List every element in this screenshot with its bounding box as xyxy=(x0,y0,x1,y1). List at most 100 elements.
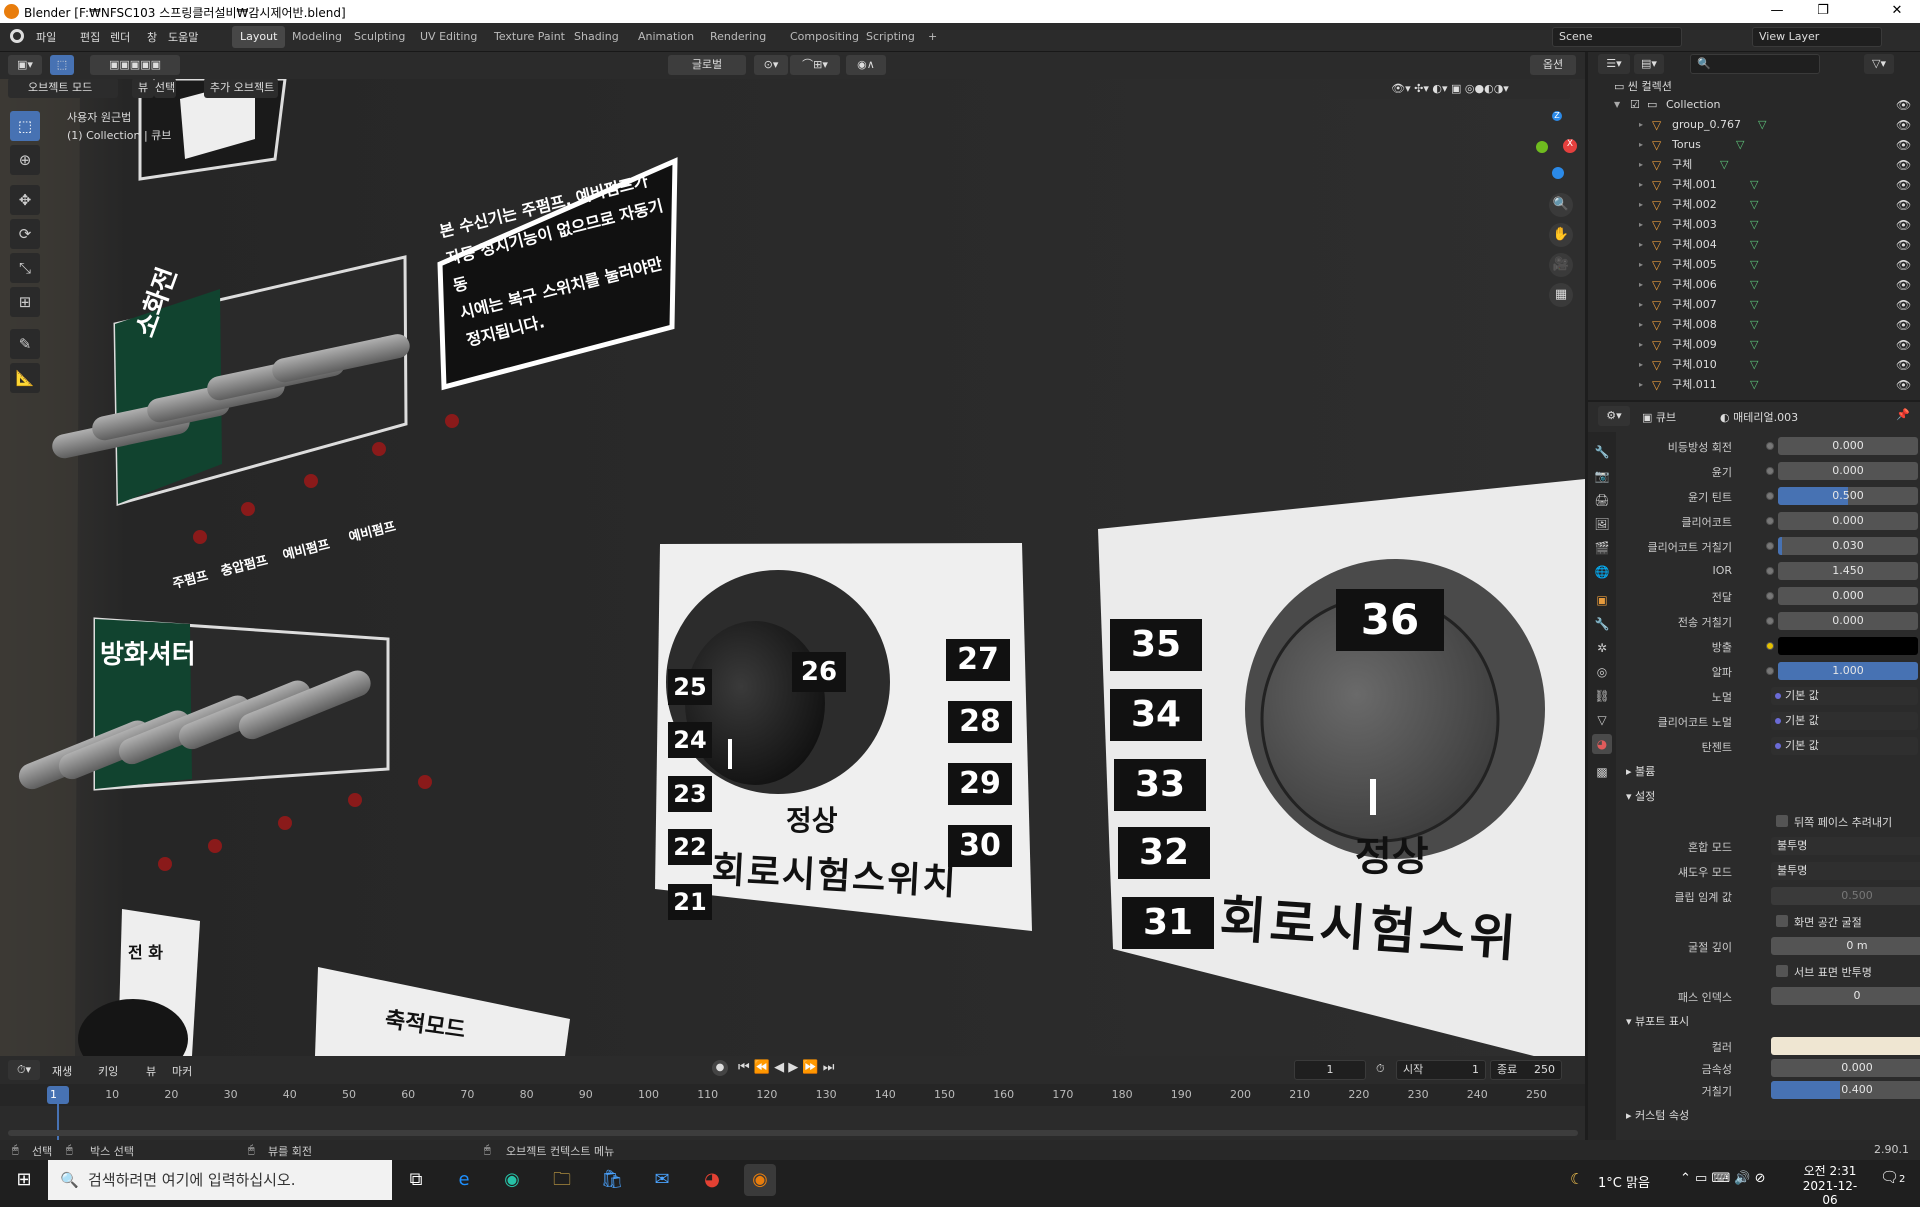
timeline-menu-item[interactable]: 재생 xyxy=(52,1063,72,1079)
mesh-data-icon[interactable]: ▽ xyxy=(1750,195,1758,215)
mesh-data-icon[interactable]: ▽ xyxy=(1720,155,1728,175)
data-icon[interactable]: ▽ xyxy=(1592,710,1612,730)
mesh-data-icon[interactable]: ▽ xyxy=(1750,335,1758,355)
zoom-icon[interactable]: 🔍 xyxy=(1549,193,1573,217)
visibility-eye-icon[interactable]: 👁 xyxy=(1896,375,1911,395)
mesh-data-icon[interactable]: ▽ xyxy=(1750,255,1758,275)
timeline-menu-item[interactable]: 뷰 xyxy=(146,1063,156,1079)
pin-icon[interactable]: 📌 xyxy=(1896,408,1910,421)
camera-view-icon[interactable]: 🎥 xyxy=(1549,253,1573,277)
visibility-eye-icon[interactable]: 👁 xyxy=(1896,355,1911,375)
scale-tool-icon[interactable]: ⤡ xyxy=(10,253,40,283)
expand-arrow-icon[interactable]: ▸ xyxy=(1639,215,1643,235)
value-field[interactable]: 0.500 xyxy=(1771,887,1920,905)
property-slider[interactable]: 0.000 xyxy=(1778,587,1918,605)
file-explorer-icon[interactable]: 🗀 xyxy=(546,1164,578,1196)
object-icon[interactable]: ▣ xyxy=(1592,590,1612,610)
property-slider[interactable] xyxy=(1778,637,1918,655)
linked-input-field[interactable]: 기본 값 xyxy=(1771,712,1918,730)
pivot-icon[interactable]: ⊙▾ xyxy=(754,55,788,75)
dropdown[interactable]: 불투명 xyxy=(1771,837,1920,855)
linked-input-field[interactable]: 기본 값 xyxy=(1771,687,1918,705)
property-slider[interactable]: 0.000 xyxy=(1778,462,1918,480)
annotate-tool-icon[interactable]: ✎ xyxy=(10,329,40,359)
checkbox[interactable] xyxy=(1776,965,1788,977)
property-slider[interactable]: 0.000 xyxy=(1778,612,1918,630)
mesh-data-icon[interactable]: ▽ xyxy=(1750,235,1758,255)
panel-section-header[interactable]: ▸ 볼륨 xyxy=(1616,761,1920,783)
keyframe-dot-icon[interactable] xyxy=(1766,567,1774,575)
material-icon[interactable]: ◕ xyxy=(1592,734,1612,754)
expand-arrow-icon[interactable]: ▼ xyxy=(1614,95,1620,115)
menu-item[interactable]: 창 xyxy=(147,29,157,45)
gizmo-y[interactable] xyxy=(1536,141,1548,153)
workspace-tab[interactable]: UV Editing xyxy=(412,26,485,48)
keyframe-dot-icon[interactable] xyxy=(1766,617,1774,625)
collection-row[interactable]: ▼ ☑ ▭ Collection 👁 xyxy=(1588,95,1920,115)
current-frame-field[interactable]: 1 xyxy=(1294,1060,1366,1080)
expand-arrow-icon[interactable]: ▸ xyxy=(1639,235,1643,255)
pan-hand-icon[interactable]: ✋ xyxy=(1549,223,1573,247)
mail-icon[interactable]: ✉ xyxy=(646,1164,678,1196)
menu-item[interactable]: 편집 xyxy=(80,29,100,45)
ie-icon[interactable]: e xyxy=(448,1164,480,1196)
expand-arrow-icon[interactable]: ▸ xyxy=(1639,155,1643,175)
shading-controls[interactable]: 👁▾ ✣▾ ◐▾ ▣ ◎●◐◑▾ xyxy=(1330,79,1570,99)
workspace-tab[interactable]: Texture Paint xyxy=(486,26,573,48)
menu-item[interactable]: 도움말 xyxy=(168,29,198,45)
outliner-search-input[interactable]: 🔍 xyxy=(1690,54,1820,74)
keyframe-dot-icon[interactable] xyxy=(1766,517,1774,525)
blender-taskbar-icon[interactable]: ◉ xyxy=(744,1164,776,1196)
measure-tool-icon[interactable]: 📐 xyxy=(10,363,40,393)
autokey-record-icon[interactable]: ● xyxy=(712,1060,728,1076)
workspace-tab[interactable]: Compositing xyxy=(782,26,867,48)
value-field[interactable]: 0 m xyxy=(1771,937,1920,955)
windows-start-icon[interactable]: ⊞ xyxy=(8,1164,40,1196)
render-icon[interactable]: 📷 xyxy=(1592,466,1612,486)
gizmo-x[interactable]: X xyxy=(1563,139,1577,153)
keyframe-dot-icon[interactable] xyxy=(1766,492,1774,500)
view-layer-selector[interactable]: View Layer xyxy=(1752,27,1882,47)
physics-icon[interactable]: ◎ xyxy=(1592,662,1612,682)
expand-arrow-icon[interactable]: ▸ xyxy=(1639,195,1643,215)
outliner-row[interactable]: ▸ ▽ 구체.007 ▽ 👁 xyxy=(1588,295,1920,315)
outliner-row[interactable]: ▸ ▽ 구체.008 ▽ 👁 xyxy=(1588,315,1920,335)
expand-arrow-icon[interactable]: ▸ xyxy=(1639,375,1643,395)
value-field[interactable]: 0 xyxy=(1771,987,1920,1005)
outliner-row[interactable]: ▸ ▽ 구체.010 ▽ 👁 xyxy=(1588,355,1920,375)
display-mode-icon[interactable]: ▤▾ xyxy=(1634,54,1664,74)
mesh-data-icon[interactable]: ▽ xyxy=(1736,135,1744,155)
start-frame-field[interactable]: 시작 1 xyxy=(1396,1060,1486,1080)
mesh-data-icon[interactable]: ▽ xyxy=(1750,355,1758,375)
menu-item[interactable]: 렌더 xyxy=(110,29,130,45)
taskbar-search-input[interactable]: 🔍 검색하려면 여기에 입력하십시오. xyxy=(48,1160,392,1200)
modifier-icon[interactable]: 🔧 xyxy=(1592,614,1612,634)
end-frame-field[interactable]: 종료 250 xyxy=(1490,1060,1562,1080)
transform-tool-icon[interactable]: ⊞ xyxy=(10,287,40,317)
workspace-tab[interactable]: Layout xyxy=(232,26,286,48)
checkbox[interactable] xyxy=(1776,915,1788,927)
blender-menu-icon[interactable] xyxy=(10,29,24,43)
snap-icon[interactable]: ⌒⊞▾ xyxy=(790,55,840,75)
chrome-icon[interactable]: ◕ xyxy=(696,1164,728,1196)
dropdown[interactable]: 불투명 xyxy=(1771,862,1920,880)
close-button[interactable]: ✕ xyxy=(1874,0,1920,23)
visibility-eye-icon[interactable]: 👁 xyxy=(1896,255,1911,275)
visibility-eye-icon[interactable]: 👁 xyxy=(1896,175,1911,195)
outliner-editor-type-icon[interactable]: ☰▾ xyxy=(1598,54,1630,74)
3d-viewport[interactable]: 본 수신기는 주펌프, 예비펌프가 자동 정지기능이 없으므로 자동기동 시에는… xyxy=(0,79,1585,1056)
workspace-tab[interactable]: Animation xyxy=(630,26,702,48)
visibility-eye-icon[interactable]: 👁 xyxy=(1896,335,1911,355)
expand-arrow-icon[interactable]: ▸ xyxy=(1639,295,1643,315)
panel-section-header[interactable]: ▸ 커스텀 속성 xyxy=(1616,1105,1920,1127)
property-slider[interactable]: 1.450 xyxy=(1778,562,1918,580)
gizmo-z[interactable]: Z xyxy=(1552,111,1562,121)
keyframe-dot-icon[interactable] xyxy=(1766,642,1774,650)
outliner-row[interactable]: ▸ ▽ 구체 ▽ 👁 xyxy=(1588,155,1920,175)
object-mode-dropdown[interactable]: 오브젝트 모드 xyxy=(8,79,118,98)
property-slider[interactable]: 0.030 xyxy=(1778,537,1918,555)
visibility-eye-icon[interactable]: 👁 xyxy=(1896,195,1911,215)
visibility-eye-icon[interactable]: 👁 xyxy=(1896,215,1911,235)
keyframe-dot-icon[interactable] xyxy=(1766,667,1774,675)
particles-icon[interactable]: ✲ xyxy=(1592,638,1612,658)
